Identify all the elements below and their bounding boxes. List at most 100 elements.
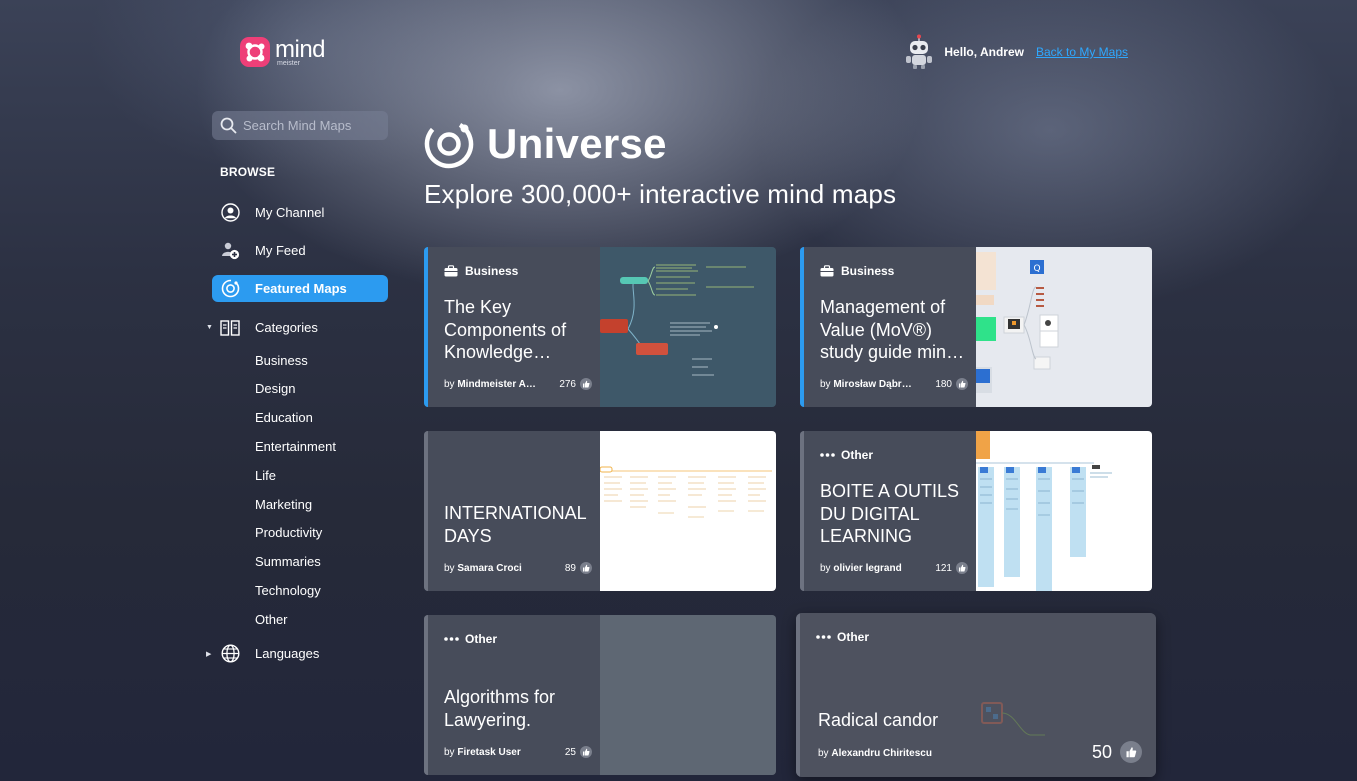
card-meta: by Alexandru Chiritescu — [818, 748, 966, 759]
page-title-text: Universe — [487, 120, 667, 167]
card-likes[interactable]: 121 — [935, 562, 968, 574]
thumbs-up-icon[interactable] — [580, 378, 592, 390]
card-info-panel: INTERNATIONAL DAYS by Samara Croci 89 — [424, 431, 600, 591]
dots-icon — [816, 631, 831, 643]
card-likes[interactable]: 180 — [935, 378, 968, 390]
card-meta: by Samara Croci 89 — [444, 562, 592, 574]
feed-icon — [220, 241, 240, 261]
card-title: The Key Components of Knowledge… — [444, 297, 567, 362]
card-info-panel: Other BOITE A OUTILS DU DIGITAL LEARNING… — [800, 431, 976, 591]
category-entertainment[interactable]: Entertainment — [255, 439, 336, 454]
logo-word: mind — [275, 35, 326, 63]
category-other[interactable]: Other — [255, 612, 288, 627]
card-author[interactable]: by Mindmeister A… — [444, 379, 536, 390]
browse-heading: BROWSE — [220, 165, 276, 179]
map-thumbnail — [600, 431, 776, 591]
map-card[interactable]: Other BOITE A OUTILS DU DIGITAL LEARNING… — [800, 431, 1152, 591]
thumbs-up-icon[interactable] — [956, 562, 968, 574]
mindmeister-logo[interactable]: mind meister — [240, 35, 326, 67]
robot-avatar-icon[interactable] — [901, 34, 937, 70]
card-info-panel: Business Management of Value (MoV®) stud… — [800, 247, 976, 407]
category-productivity[interactable]: Productivity — [255, 525, 322, 540]
card-category: Other — [444, 632, 497, 646]
greeting: Hello, Andrew — [944, 45, 1024, 59]
sidebar-item-categories[interactable]: ▼ Categories — [206, 314, 388, 341]
card-likes[interactable]: 25 — [565, 746, 592, 758]
card-title: Algorithms for Lawyering. — [444, 687, 556, 730]
book-icon — [220, 318, 240, 338]
thumbs-up-icon[interactable] — [956, 378, 968, 390]
thumbs-up-icon[interactable] — [1120, 741, 1142, 763]
dots-icon — [444, 633, 459, 645]
category-technology[interactable]: Technology — [255, 583, 321, 598]
card-meta: by olivier legrand 121 — [820, 562, 968, 574]
card-category-label: Other — [837, 630, 870, 644]
card-category: Business — [820, 264, 894, 278]
universe-icon — [220, 279, 240, 299]
map-thumbnail: Q — [976, 247, 1152, 407]
universe-logo-icon — [424, 119, 474, 169]
card-category: Other — [816, 630, 869, 644]
sidebar-item-featured-maps[interactable]: Featured Maps — [212, 275, 388, 302]
svg-text:Q: Q — [1033, 264, 1040, 274]
briefcase-icon — [444, 265, 459, 277]
expand-caret-right-icon[interactable]: ▶ — [206, 650, 211, 658]
card-author[interactable]: by Alexandru Chiritescu — [818, 748, 932, 759]
sidebar-item-languages[interactable]: ▶ Languages — [206, 640, 388, 667]
card-title: BOITE A OUTILS DU DIGITAL LEARNING — [820, 481, 960, 546]
card-likes[interactable]: 89 — [565, 562, 592, 574]
briefcase-icon — [820, 265, 835, 277]
map-card[interactable]: Other Algorithms for Lawyering. by Firet… — [424, 615, 776, 775]
card-likes[interactable]: 276 — [559, 378, 592, 390]
sidebar-item-label: Featured Maps — [255, 281, 347, 296]
page-title: Universe — [424, 119, 667, 169]
category-business[interactable]: Business — [255, 353, 308, 368]
sidebar-item-label: Categories — [255, 320, 318, 335]
category-design[interactable]: Design — [255, 381, 295, 396]
card-meta: by Mindmeister A… 276 — [444, 378, 592, 390]
map-thumbnail — [600, 615, 776, 775]
expand-caret-down-icon[interactable]: ▼ — [206, 324, 213, 331]
map-thumbnail — [600, 247, 776, 407]
map-card[interactable]: Business The Key Components of Knowledge… — [424, 247, 776, 407]
map-card[interactable]: INTERNATIONAL DAYS by Samara Croci 89 — [424, 431, 776, 591]
card-category-label: Other — [841, 448, 874, 462]
dots-icon — [820, 449, 835, 461]
sidebar-item-my-feed[interactable]: My Feed — [212, 237, 388, 264]
category-summaries[interactable]: Summaries — [255, 554, 321, 569]
search-box[interactable] — [212, 111, 388, 140]
user-area: Hello, Andrew Back to My Maps — [901, 34, 1128, 70]
card-category-label: Other — [465, 632, 498, 646]
map-card[interactable]: Q Business Management of Value (MoV®) st… — [800, 247, 1152, 407]
mindmeister-logo-icon — [240, 37, 270, 67]
search-input[interactable] — [243, 118, 383, 133]
back-to-my-maps-link[interactable]: Back to My Maps — [1036, 45, 1128, 59]
card-meta: by Firetask User 25 — [444, 746, 592, 758]
card-category-label: Business — [465, 264, 519, 278]
sidebar-item-my-channel[interactable]: My Channel — [212, 199, 388, 226]
card-author[interactable]: by Samara Croci — [444, 563, 522, 574]
sidebar-item-label: Languages — [255, 646, 320, 661]
card-info-panel: Business The Key Components of Knowledge… — [424, 247, 600, 407]
map-thumbnail — [976, 431, 1152, 591]
page-subtitle: Explore 300,000+ interactive mind maps — [424, 179, 897, 209]
sidebar-item-label: My Channel — [255, 205, 325, 220]
card-author[interactable]: by Mirosław Dąbr… — [820, 379, 912, 390]
card-category: Other — [820, 448, 873, 462]
thumbs-up-icon[interactable] — [580, 562, 592, 574]
card-title: INTERNATIONAL DAYS — [444, 503, 587, 546]
card-title: Management of Value (MoV®) study guide m… — [820, 297, 965, 362]
thumbs-up-icon[interactable] — [580, 746, 592, 758]
search-icon — [220, 117, 237, 134]
category-marketing[interactable]: Marketing — [255, 497, 312, 512]
map-card-hovered[interactable]: Other Radical candor by Alexandru Chirit… — [796, 613, 1156, 777]
card-meta: by Mirosław Dąbr… 180 — [820, 378, 968, 390]
card-info-panel: Other Radical candor by Alexandru Chirit… — [796, 613, 1156, 777]
card-likes[interactable]: 50 — [1092, 741, 1142, 763]
card-author[interactable]: by olivier legrand — [820, 563, 902, 574]
globe-icon — [220, 644, 240, 664]
card-author[interactable]: by Firetask User — [444, 747, 521, 758]
category-life[interactable]: Life — [255, 468, 276, 483]
card-title: Radical candor — [818, 710, 939, 730]
category-education[interactable]: Education — [255, 410, 313, 425]
